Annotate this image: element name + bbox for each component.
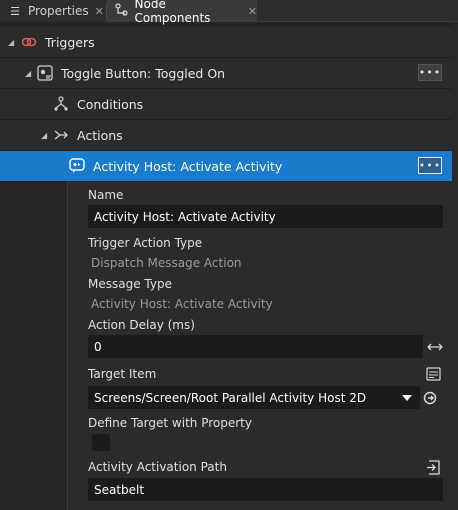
activity-host-action-icon (69, 158, 85, 174)
conditions-icon (53, 96, 69, 112)
tab-node-components[interactable]: Node Components ✕ (107, 0, 257, 25)
tree-label-conditions: Conditions (77, 96, 144, 112)
more-options-button[interactable]: ••• (418, 157, 442, 174)
tab-node-components-label: Node Components (134, 0, 211, 25)
trigger-action-type-value: Dispatch Message Action (91, 256, 242, 270)
message-type-label: Message Type (88, 277, 172, 291)
import-path-icon[interactable] (424, 458, 442, 476)
expand-arrow-icon[interactable]: ◢ (41, 131, 47, 140)
tree-row-actions[interactable]: ◢ Actions (0, 120, 452, 151)
tree-label-activate-activity: Activity Host: Activate Activity (93, 158, 283, 174)
tree-row-activate-activity[interactable]: Activity Host: Activate Activity ••• (0, 151, 452, 182)
tab-properties[interactable]: ☰ Properties ✕ (0, 0, 106, 22)
tree-label-triggers: Triggers (45, 34, 95, 50)
go-to-target-icon[interactable] (421, 389, 439, 407)
tree-row-toggle-button[interactable]: ◢ Toggle Button: Toggled On ••• (0, 58, 452, 89)
node-picker-icon[interactable] (424, 365, 442, 383)
name-field[interactable]: Activity Host: Activate Activity (88, 205, 443, 228)
tab-properties-label: Properties (28, 4, 89, 18)
actions-icon (53, 127, 69, 143)
tree-label-actions: Actions (77, 127, 123, 143)
drag-adjust-icon[interactable] (426, 338, 444, 356)
expand-arrow-icon[interactable]: ◢ (8, 38, 14, 47)
define-target-checkbox[interactable] (92, 434, 110, 451)
define-target-label: Define Target with Property (88, 416, 252, 430)
name-label: Name (88, 188, 124, 202)
expand-arrow-icon[interactable]: ◢ (25, 69, 31, 78)
chevron-down-icon[interactable] (400, 389, 414, 407)
activation-path-field[interactable]: Seatbelt (88, 478, 443, 501)
tab-bar: ☰ Properties ✕ Node Components ✕ (0, 0, 458, 25)
action-delay-field[interactable]: 0 (88, 335, 423, 358)
more-options-button[interactable]: ••• (418, 64, 442, 81)
target-item-label: Target Item (88, 367, 157, 381)
target-item-value: Screens/Screen/Root Parallel Activity Ho… (94, 390, 367, 405)
scrollbar[interactable] (452, 22, 458, 510)
list-icon: ☰ (10, 4, 20, 18)
message-type-value: Activity Host: Activate Activity (91, 297, 273, 311)
close-icon[interactable]: ✕ (248, 5, 257, 18)
action-delay-label: Action Delay (ms) (88, 318, 195, 332)
tree-row-conditions[interactable]: Conditions (0, 89, 452, 120)
trigger-icon (21, 34, 37, 50)
close-icon[interactable]: ✕ (95, 5, 104, 18)
target-item-dropdown[interactable]: Screens/Screen/Root Parallel Activity Ho… (88, 386, 420, 409)
tree-label-toggle-button: Toggle Button: Toggled On (61, 65, 226, 81)
node-components-icon (115, 3, 129, 19)
trigger-action-type-label: Trigger Action Type (88, 236, 203, 250)
activation-path-label: Activity Activation Path (88, 460, 227, 474)
toggle-button-trigger-icon (37, 65, 53, 81)
tree-row-triggers[interactable]: ◢ Triggers (0, 27, 452, 58)
